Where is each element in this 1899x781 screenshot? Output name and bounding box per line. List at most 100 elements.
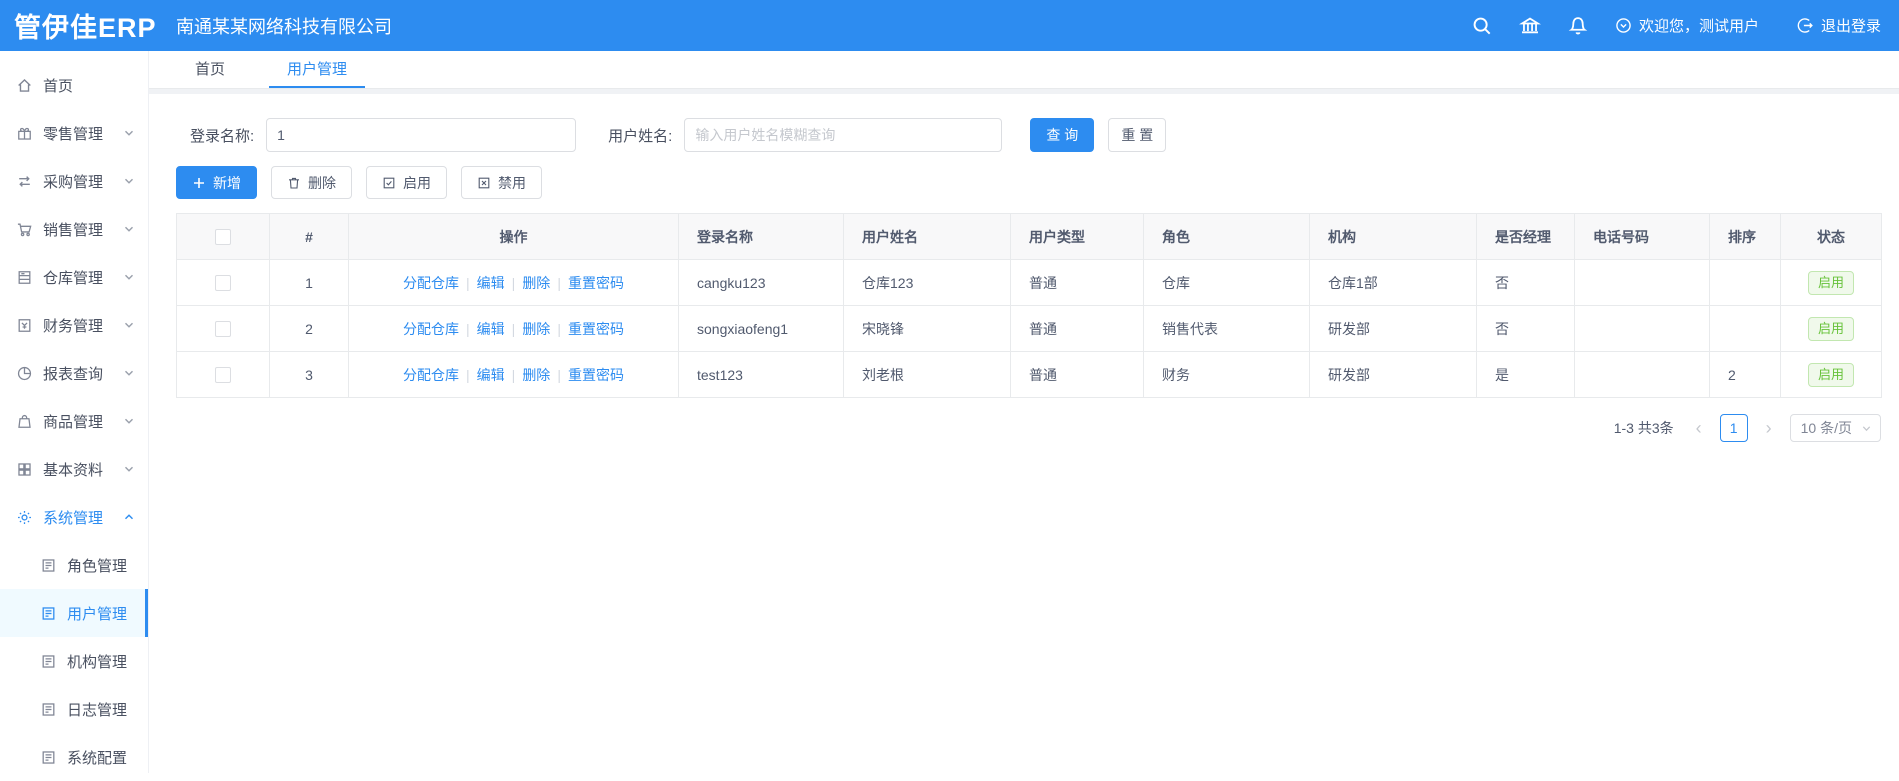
content-panel: 登录名称: 用户姓名: 查 询 重 置 新增 删除 启用 (149, 94, 1899, 773)
bell-icon[interactable] (1567, 15, 1589, 37)
sidebar-item-home[interactable]: 首页 (0, 61, 148, 109)
action-toolbar: 新增 删除 启用 禁用 (176, 166, 1881, 199)
sidebar-item-basic-data[interactable]: 基本资料 (0, 445, 148, 493)
assign-warehouse-link[interactable]: 分配仓库 (403, 275, 459, 291)
document-icon (42, 750, 55, 764)
edit-link[interactable]: 编辑 (477, 275, 505, 291)
table-row: 3 分配仓库 | 编辑 | 删除 | 重置密码 test123 刘老根 普通 财务 研发部 … (176, 351, 1882, 398)
col-phone: 电话号码 (1574, 213, 1710, 260)
cart-icon (17, 223, 32, 236)
query-button[interactable]: 查 询 (1030, 118, 1095, 152)
logout-label: 退出登录 (1820, 18, 1881, 35)
delete-link[interactable]: 删除 (522, 367, 550, 383)
add-button[interactable]: 新增 (176, 166, 257, 199)
edit-link[interactable]: 编辑 (477, 367, 505, 383)
col-user-name: 用户姓名 (843, 213, 1011, 260)
gift-icon (18, 127, 31, 140)
sidebar-item-retail[interactable]: 零售管理 (0, 109, 148, 157)
sidebar-menu: 首页 零售管理 采购管理 销售管理 仓库管理 财务管理 报表查询 商品管理 基本… (0, 51, 149, 773)
sidebar-item-log-mgmt[interactable]: 日志管理 (0, 685, 148, 733)
pagination: 1-3 共3条 ‹ 1 › 10 条/页 (176, 414, 1881, 442)
reset-password-link[interactable]: 重置密码 (568, 321, 624, 337)
col-user-type: 用户类型 (1010, 213, 1144, 260)
bag-icon (18, 414, 31, 428)
login-name-input[interactable] (266, 118, 577, 152)
sidebar-item-reports[interactable]: 报表查询 (0, 349, 148, 397)
chevron-down-icon (1862, 425, 1871, 431)
bank-icon[interactable] (1518, 15, 1541, 37)
repeat-icon (19, 175, 30, 187)
app-logo: 管伊佳ERP (14, 13, 157, 43)
page-size-select[interactable]: 10 条/页 (1789, 414, 1881, 442)
pie-chart-icon (17, 366, 32, 380)
sidebar-item-system[interactable]: 系统管理 (0, 493, 148, 541)
col-status: 状态 (1780, 213, 1882, 260)
disable-button[interactable]: 禁用 (461, 166, 542, 199)
current-page[interactable]: 1 (1719, 414, 1748, 442)
tab-bar: 首页 用户管理 (149, 51, 1899, 89)
row-checkbox[interactable] (215, 321, 231, 338)
document-icon (42, 558, 55, 572)
finance-icon (18, 318, 31, 332)
user-table: # 操作 登录名称 用户姓名 用户类型 角色 机构 是否经理 电话号码 排序 状… (176, 213, 1882, 398)
prev-page-button[interactable]: ‹ (1688, 414, 1710, 442)
chevron-down-icon (124, 226, 134, 232)
trash-icon (289, 177, 299, 189)
delete-button[interactable]: 删除 (271, 166, 352, 199)
search-icon[interactable] (1471, 15, 1493, 37)
chevron-down-icon (124, 370, 134, 376)
plus-icon (194, 177, 204, 188)
grid-icon (18, 462, 31, 476)
tab-user-mgmt[interactable]: 用户管理 (269, 51, 366, 88)
check-square-icon (383, 177, 395, 188)
col-index: # (269, 213, 349, 260)
row-checkbox[interactable] (215, 275, 231, 292)
logout-button[interactable]: 退出登录 (1797, 15, 1881, 36)
status-badge[interactable]: 启用 (1807, 270, 1854, 295)
sidebar-item-warehouse[interactable]: 仓库管理 (0, 253, 148, 301)
top-header-bar: 管伊佳ERP 南通某某网络科技有限公司 欢迎您，测试用户 退出登录 (0, 0, 1899, 51)
col-org: 机构 (1309, 213, 1477, 260)
sidebar-item-goods[interactable]: 商品管理 (0, 397, 148, 445)
sidebar-item-org-mgmt[interactable]: 机构管理 (0, 637, 148, 685)
home-icon (18, 78, 31, 92)
logout-icon (1797, 18, 1813, 33)
chevron-down-icon (124, 322, 134, 328)
welcome-user[interactable]: 欢迎您，测试用户 (1615, 15, 1759, 36)
user-name-input[interactable] (684, 118, 1003, 152)
status-badge[interactable]: 启用 (1807, 316, 1854, 341)
chevron-down-icon (124, 418, 134, 424)
user-name-label: 用户姓名: (608, 127, 673, 145)
tab-home[interactable]: 首页 (177, 51, 243, 88)
col-sort: 排序 (1709, 213, 1781, 260)
document-icon (42, 606, 55, 620)
table-row: 2 分配仓库 | 编辑 | 删除 | 重置密码 songxiaofeng1 宋晓锋 普通 销… (176, 305, 1882, 352)
welcome-text: 欢迎您，测试用户 (1638, 18, 1759, 35)
delete-link[interactable]: 删除 (522, 275, 550, 291)
next-page-button[interactable]: › (1758, 414, 1780, 442)
col-login-name: 登录名称 (678, 213, 844, 260)
row-checkbox[interactable] (215, 367, 231, 384)
status-badge[interactable]: 启用 (1807, 362, 1854, 387)
user-dropdown-icon (1616, 18, 1631, 33)
sidebar-item-system-config[interactable]: 系统配置 (0, 733, 148, 781)
select-all-checkbox[interactable] (215, 229, 231, 246)
assign-warehouse-link[interactable]: 分配仓库 (403, 367, 459, 383)
sidebar-item-role-mgmt[interactable]: 角色管理 (0, 541, 148, 589)
chevron-down-icon (124, 274, 134, 280)
reset-password-link[interactable]: 重置密码 (568, 367, 624, 383)
reset-button[interactable]: 重 置 (1108, 118, 1167, 152)
enable-button[interactable]: 启用 (366, 166, 447, 199)
delete-link[interactable]: 删除 (522, 321, 550, 337)
reset-password-link[interactable]: 重置密码 (568, 275, 624, 291)
gear-icon (18, 510, 31, 524)
sidebar-item-user-mgmt[interactable]: 用户管理 (0, 589, 148, 637)
chevron-down-icon (124, 130, 134, 136)
assign-warehouse-link[interactable]: 分配仓库 (403, 321, 459, 337)
sidebar-item-finance[interactable]: 财务管理 (0, 301, 148, 349)
sidebar-item-purchase[interactable]: 采购管理 (0, 157, 148, 205)
sidebar-item-sales[interactable]: 销售管理 (0, 205, 148, 253)
chevron-down-icon (124, 178, 134, 184)
edit-link[interactable]: 编辑 (477, 321, 505, 337)
chevron-up-icon (124, 514, 134, 520)
